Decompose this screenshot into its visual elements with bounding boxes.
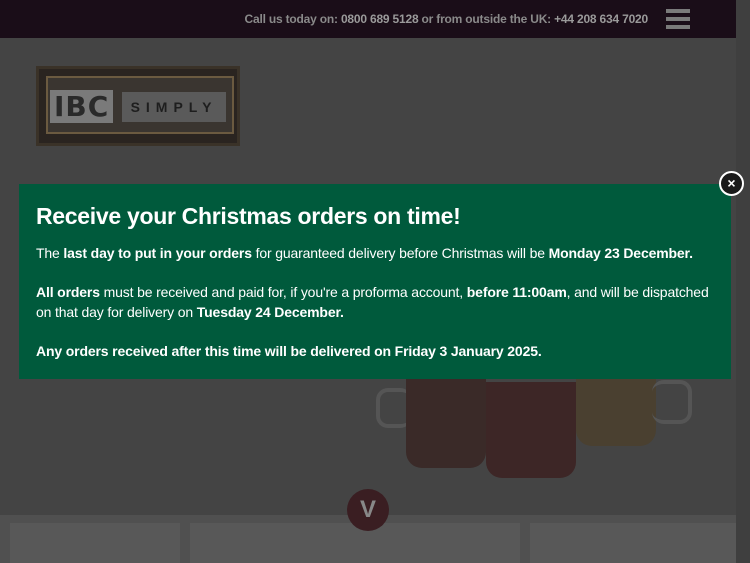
ibc-simply-logo[interactable]: IBC SIMPLY: [36, 58, 240, 155]
modal-paragraph-after-cutoff: Any orders received after this time will…: [36, 343, 542, 359]
logo-simply-text: SIMPLY: [122, 92, 226, 122]
hamburger-menu-icon[interactable]: [666, 9, 690, 29]
intl-phone-link[interactable]: +44 208 634 7020: [554, 12, 648, 26]
modal-paragraph-all-orders: All orders must be received and paid for…: [36, 284, 709, 320]
top-bar: Call us today on: 0800 689 5128 or from …: [0, 0, 736, 38]
hero-mugs-image: [376, 368, 696, 478]
modal-title: Receive your Christmas orders on time!: [36, 203, 461, 229]
page-scrollbar[interactable]: [736, 0, 750, 563]
contact-phone-text: Call us today on: 0800 689 5128 or from …: [244, 12, 649, 26]
modal-paragraph-last-day: The last day to put in your orders for g…: [36, 245, 693, 261]
scroll-down-chevron-icon[interactable]: V: [347, 489, 389, 531]
close-icon[interactable]: ×: [719, 171, 744, 196]
call-prefix: Call us today on:: [244, 12, 341, 26]
logo-ibc-text: IBC: [50, 90, 114, 123]
call-middle: or from outside the UK:: [418, 12, 555, 26]
christmas-notice-modal: Receive your Christmas orders on time! T…: [19, 184, 731, 379]
uk-phone-link[interactable]: 0800 689 5128: [341, 12, 419, 26]
